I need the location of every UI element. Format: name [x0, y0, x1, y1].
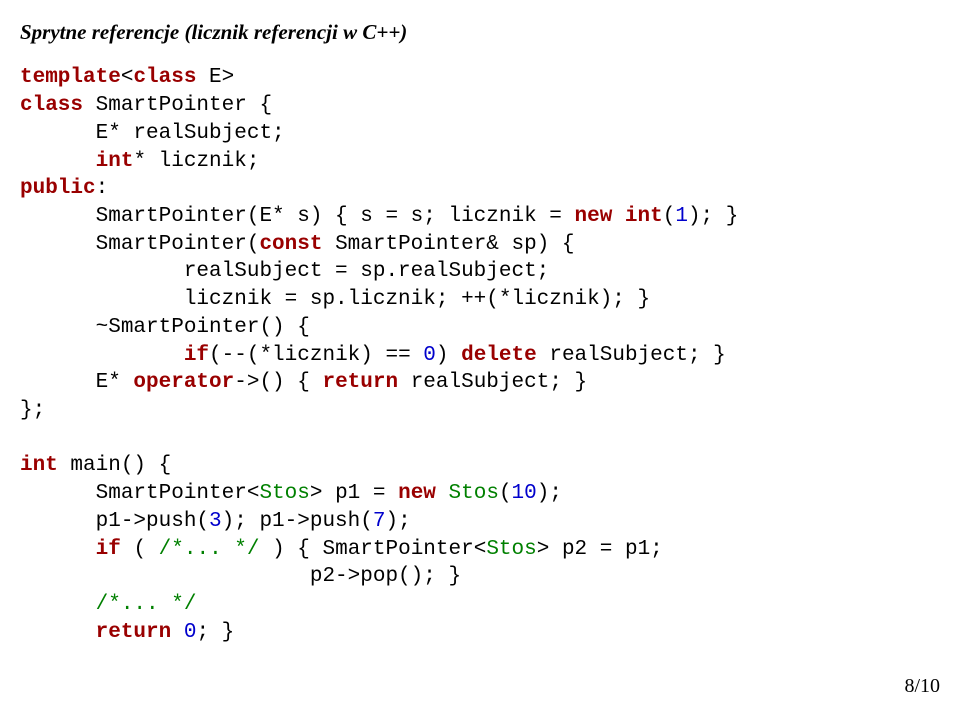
comment: /*... */	[159, 538, 260, 561]
code-text: p2->pop(); }	[20, 565, 461, 588]
code-text: :	[96, 177, 109, 200]
code-text: realSubject; }	[537, 344, 726, 367]
code-text: SmartPointer(	[20, 233, 259, 256]
num-literal: 0	[184, 621, 197, 644]
code-text: > p1 =	[310, 482, 398, 505]
page-number: 8/10	[904, 673, 940, 700]
kw-new: new	[398, 482, 436, 505]
code-text: licznik = sp.licznik; ++(*licznik); }	[20, 288, 650, 311]
kw-if: if	[184, 344, 209, 367]
kw-delete: delete	[461, 344, 537, 367]
kw-operator: operator	[133, 371, 234, 394]
kw-if: if	[96, 538, 121, 561]
code-text: realSubject; }	[398, 371, 587, 394]
code-text	[20, 621, 96, 644]
code-text: E>	[196, 66, 234, 89]
code-text: SmartPointer& sp) {	[322, 233, 574, 256]
code-text	[612, 205, 625, 228]
code-text	[20, 593, 96, 616]
kw-return: return	[96, 621, 172, 644]
type-name: Stos	[259, 482, 309, 505]
code-text: E*	[20, 371, 133, 394]
code-text: ->() {	[234, 371, 322, 394]
code-text	[20, 344, 184, 367]
code-block: template<class E> class SmartPointer { E…	[20, 64, 940, 646]
kw-new: new	[575, 205, 613, 228]
code-text: main() {	[58, 454, 171, 477]
code-text: ) { SmartPointer<	[259, 538, 486, 561]
code-text: ~SmartPointer() {	[20, 316, 310, 339]
code-text: };	[20, 399, 45, 422]
code-text: ; }	[196, 621, 234, 644]
code-text	[171, 621, 184, 644]
code-text: > p2 = p1;	[537, 538, 663, 561]
kw-class: class	[20, 94, 83, 117]
code-text	[20, 150, 96, 173]
code-text: SmartPointer {	[83, 94, 272, 117]
comment: /*... */	[96, 593, 197, 616]
kw-class: class	[133, 66, 196, 89]
num-literal: 1	[675, 205, 688, 228]
code-text: * licznik;	[133, 150, 259, 173]
kw-return: return	[322, 371, 398, 394]
code-text: SmartPointer(E* s) { s = s; licznik =	[20, 205, 575, 228]
code-text: p1->push(	[20, 510, 209, 533]
code-text: SmartPointer<	[20, 482, 259, 505]
code-text: (	[121, 538, 159, 561]
code-text: realSubject = sp.realSubject;	[20, 260, 549, 283]
num-literal: 3	[209, 510, 222, 533]
slide-title: Sprytne referencje (licznik referencji w…	[20, 18, 940, 46]
code-text: );	[537, 482, 562, 505]
code-text: (	[499, 482, 512, 505]
num-literal: 7	[373, 510, 386, 533]
code-text: ); p1->push(	[222, 510, 373, 533]
code-text: (--(*licznik) ==	[209, 344, 423, 367]
kw-int: int	[625, 205, 663, 228]
code-text: <	[121, 66, 134, 89]
code-text: E* realSubject;	[20, 122, 285, 145]
num-literal: 10	[512, 482, 537, 505]
code-text	[436, 482, 449, 505]
num-literal: 0	[423, 344, 436, 367]
code-text: );	[385, 510, 410, 533]
code-text: )	[436, 344, 461, 367]
kw-const: const	[259, 233, 322, 256]
code-text: ); }	[688, 205, 738, 228]
kw-template: template	[20, 66, 121, 89]
code-text	[20, 538, 96, 561]
kw-public: public	[20, 177, 96, 200]
kw-int: int	[96, 150, 134, 173]
kw-int: int	[20, 454, 58, 477]
code-text: (	[663, 205, 676, 228]
type-name: Stos	[486, 538, 536, 561]
type-name: Stos	[449, 482, 499, 505]
